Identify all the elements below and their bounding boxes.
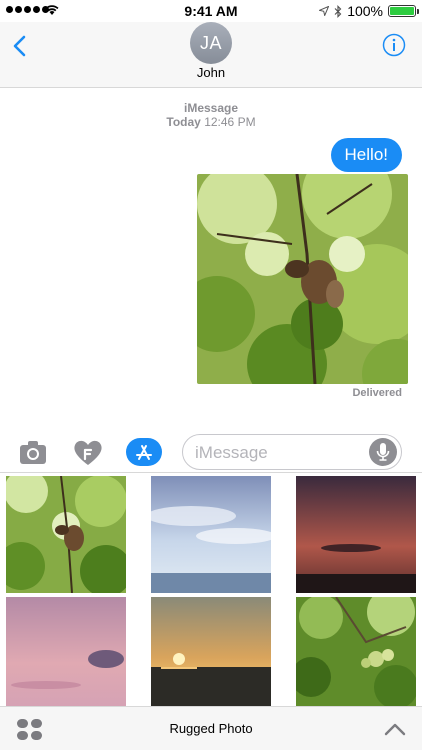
status-bar: 9:41 AM 100% (0, 0, 422, 22)
message-input[interactable] (195, 442, 365, 464)
microphone-icon[interactable] (369, 438, 397, 466)
photo-grid (0, 472, 422, 707)
date-label: Today (166, 115, 201, 129)
timestamp: Today 12:46 PM (0, 115, 422, 129)
camera-icon[interactable] (17, 437, 49, 467)
time-label: 12:46 PM (204, 115, 256, 129)
contact-name[interactable]: John (0, 65, 422, 80)
photo-thumbnail-squirrel[interactable] (6, 476, 126, 593)
battery-icon (388, 5, 419, 17)
service-label: iMessage (183, 101, 239, 115)
avatar[interactable]: JA (190, 22, 232, 64)
squirrel-photo (197, 174, 408, 384)
delivery-status: Delivered (352, 387, 402, 399)
message-bubble-outgoing[interactable]: Hello! (330, 138, 402, 172)
chevron-left-icon[interactable] (10, 34, 30, 58)
input-bar (0, 430, 422, 474)
bluetooth-icon (334, 4, 342, 18)
app-drawer-bar: Rugged Photo (0, 706, 422, 750)
current-app-name: Rugged Photo (169, 721, 253, 736)
photo-thumbnail-red-sunset[interactable] (296, 476, 416, 593)
location-icon (319, 6, 330, 16)
photo-message[interactable] (197, 174, 408, 384)
photo-thumbnail-sky[interactable] (151, 476, 271, 593)
battery-percent: 100% (347, 3, 383, 19)
photo-thumbnail-sunset-sea[interactable] (151, 597, 271, 707)
chevron-up-icon[interactable] (384, 721, 406, 737)
heart-digital-touch-icon[interactable] (72, 437, 104, 467)
app-store-icon[interactable] (126, 438, 162, 466)
photo-thumbnail-apples[interactable] (296, 597, 416, 707)
conversation-header: JA John (0, 22, 422, 88)
photo-thumbnail-pink-clouds[interactable] (6, 597, 126, 707)
message-input-container (182, 434, 402, 470)
info-icon[interactable] (382, 33, 406, 57)
